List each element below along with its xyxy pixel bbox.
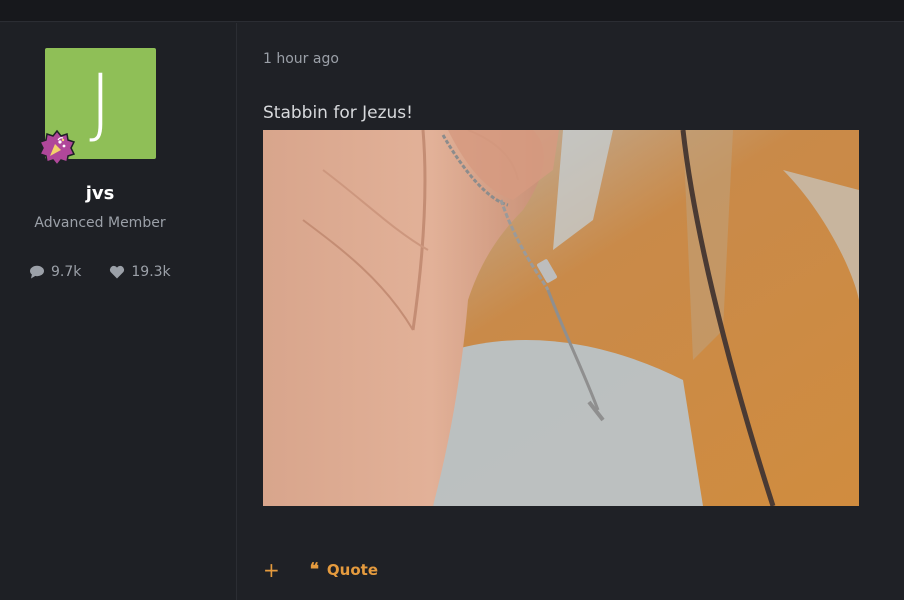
- like-count-value: 19.3k: [131, 264, 171, 280]
- post-content: 1 hour ago Stabbin for Jezus! + ❝ Quote: [238, 23, 904, 600]
- add-reaction-button[interactable]: +: [263, 560, 280, 580]
- member-rank: Advanced Member: [34, 215, 166, 231]
- comment-icon: [30, 265, 44, 279]
- heart-icon: [110, 265, 125, 279]
- quote-label: Quote: [326, 561, 379, 579]
- quote-icon: ❝: [309, 559, 319, 580]
- comment-count: 9.7k: [29, 264, 81, 280]
- quote-button[interactable]: ❝ Quote: [310, 561, 378, 579]
- comment-count-value: 9.7k: [51, 264, 82, 280]
- party-badge-icon[interactable]: [38, 129, 76, 167]
- post-timestamp[interactable]: 1 hour ago: [263, 51, 339, 67]
- post-text: Stabbin for Jezus!: [263, 103, 413, 123]
- author-sidebar: J jvs Advanced Member 9.7k 19.3k: [0, 23, 237, 600]
- avatar-letter: J: [89, 56, 112, 146]
- like-count: 19.3k: [109, 264, 171, 280]
- top-bar: [0, 0, 904, 22]
- username[interactable]: jvs: [0, 183, 200, 204]
- post-image-graphic: [263, 130, 859, 506]
- post-actions: + ❝ Quote: [263, 560, 378, 580]
- post-image[interactable]: [263, 130, 859, 506]
- author-stats: 9.7k 19.3k: [29, 264, 171, 280]
